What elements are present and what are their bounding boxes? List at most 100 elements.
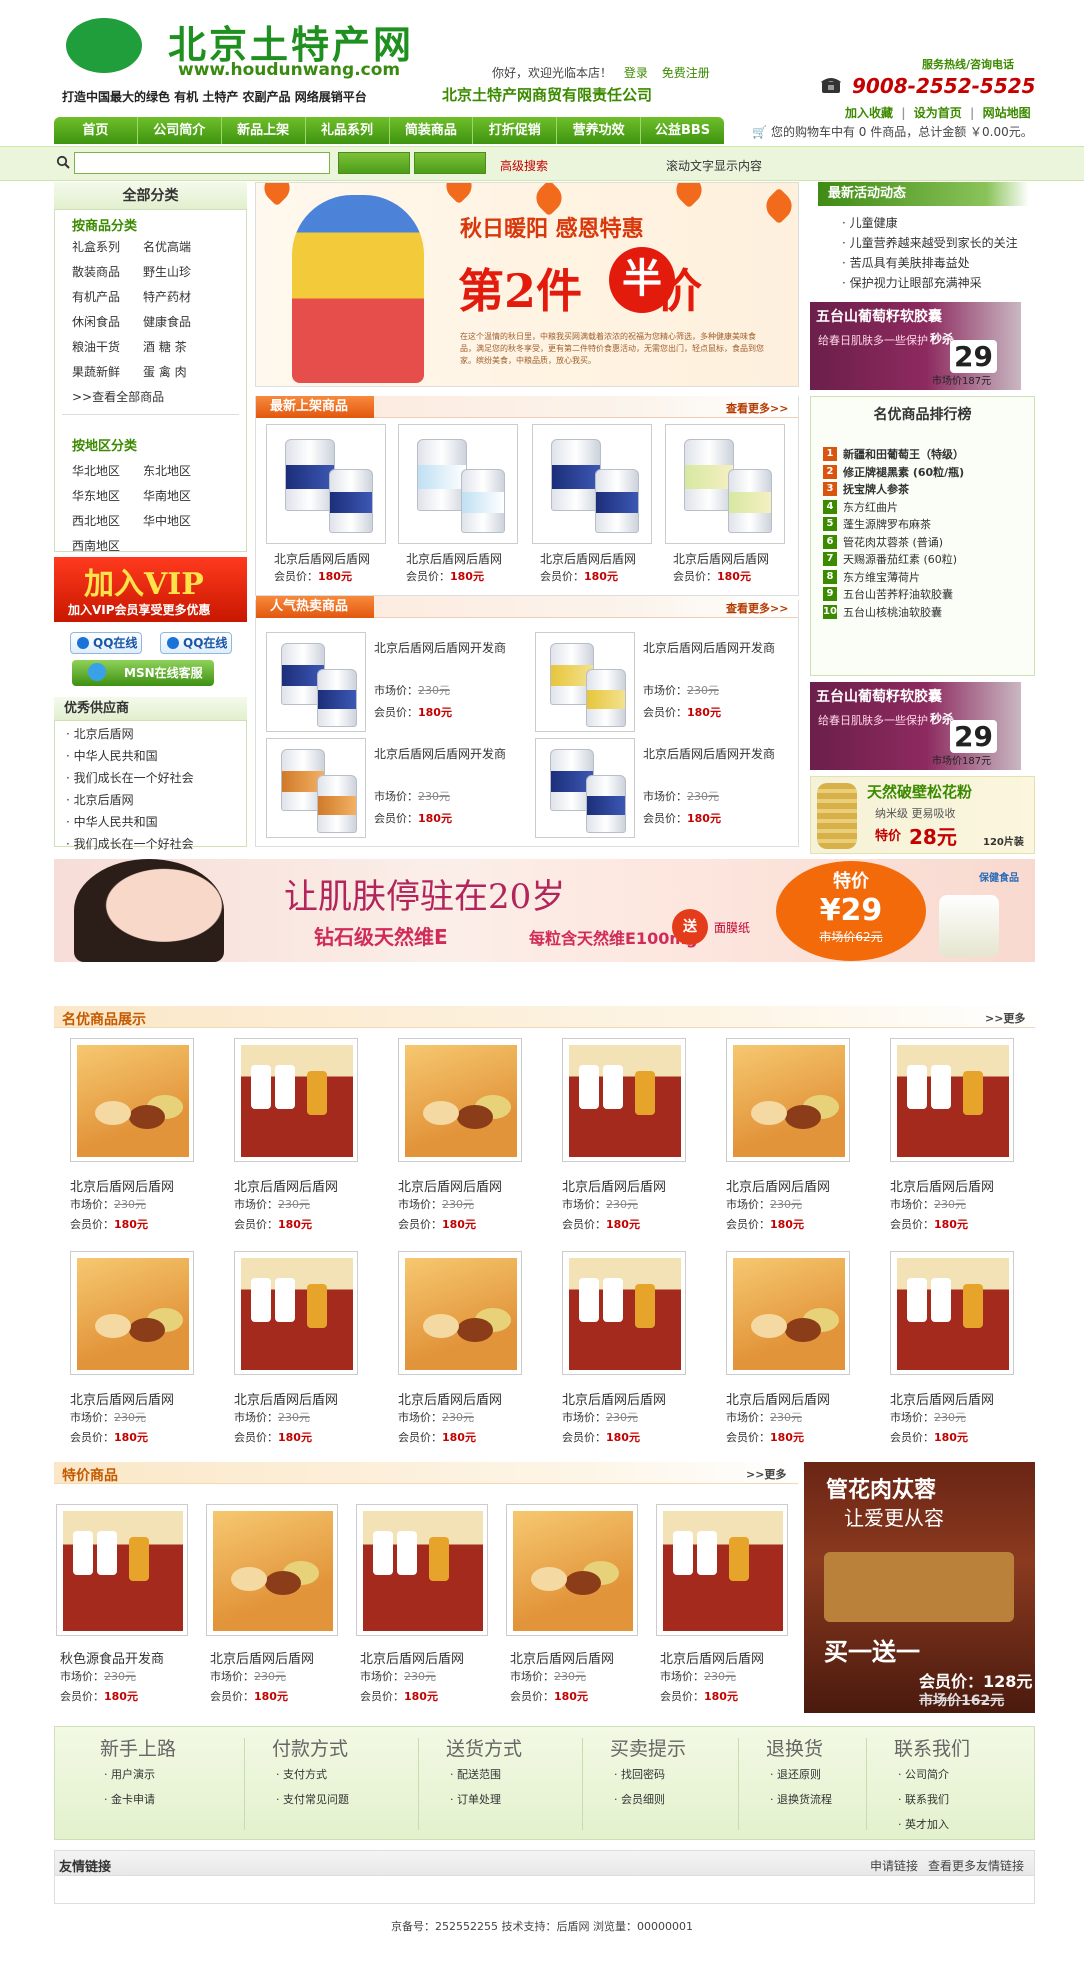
- product-image[interactable]: [398, 424, 518, 544]
- vip-banner[interactable]: 加入VIP 加入VIP会员享受更多优惠: [54, 557, 247, 622]
- news-link[interactable]: · 苦瓜具有美肤排毒益处: [842, 254, 970, 271]
- product-image[interactable]: [234, 1251, 358, 1375]
- product-image[interactable]: [266, 424, 386, 544]
- special-more-link[interactable]: >>更多: [746, 1466, 786, 1482]
- product-name-link[interactable]: 北京后盾网后盾网: [562, 1176, 666, 1195]
- region-link[interactable]: 东北地区: [143, 462, 191, 479]
- product-image[interactable]: [535, 738, 635, 838]
- news-link[interactable]: · 儿童营养越来越受到家长的关注: [842, 234, 1018, 251]
- ranking-item-link[interactable]: 天赐源番茄红素 (60粒): [843, 551, 957, 567]
- product-name-link[interactable]: 北京后盾网后盾网: [673, 550, 769, 567]
- nav-about[interactable]: 公司简介: [138, 117, 222, 144]
- product-image[interactable]: [70, 1038, 194, 1162]
- pine-pollen-ad[interactable]: 天然破壁松花粉 纳米级 更易吸收 特价 28元 120片装: [810, 776, 1035, 854]
- ranking-item-link[interactable]: 修正牌褪黑素 (60粒/瓶): [843, 464, 964, 480]
- msn-service-button[interactable]: MSN在线客服: [72, 660, 214, 686]
- product-name-link[interactable]: 北京后盾网后盾网: [406, 550, 502, 567]
- ranking-item-link[interactable]: 五台山苦荞籽油软胶囊: [843, 586, 953, 602]
- product-name-link[interactable]: 北京后盾网后盾网: [726, 1389, 830, 1408]
- category-link[interactable]: 礼盒系列: [72, 238, 120, 255]
- product-name-link[interactable]: 北京后盾网后盾网开发商: [374, 744, 524, 765]
- product-name-link[interactable]: 北京后盾网后盾网开发商: [643, 638, 793, 659]
- product-image[interactable]: [398, 1251, 522, 1375]
- product-name-link[interactable]: 北京后盾网后盾网开发商: [374, 638, 524, 659]
- supplier-link[interactable]: · 北京后盾网: [66, 791, 134, 808]
- product-name-link[interactable]: 北京后盾网后盾网: [660, 1648, 764, 1667]
- product-name-link[interactable]: 北京后盾网后盾网: [70, 1176, 174, 1195]
- nav-simple[interactable]: 简装商品: [390, 117, 474, 144]
- product-name-link[interactable]: 北京后盾网后盾网: [540, 550, 636, 567]
- product-image[interactable]: [56, 1504, 188, 1636]
- product-image[interactable]: [890, 1038, 1014, 1162]
- product-name-link[interactable]: 北京后盾网后盾网: [726, 1176, 830, 1195]
- vitamin-e-banner[interactable]: 让肌肤停驻在20岁 钻石级天然维E 每粒含天然维E100mg 送 面膜纸 特价 …: [54, 859, 1035, 962]
- product-name-link[interactable]: 北京后盾网后盾网: [890, 1389, 994, 1408]
- product-image[interactable]: [535, 632, 635, 732]
- register-link[interactable]: 免费注册: [662, 66, 710, 80]
- region-link[interactable]: 华东地区: [72, 487, 120, 504]
- ranking-item-link[interactable]: 东方维宝薄荷片: [843, 569, 920, 585]
- nav-bbs[interactable]: 公益BBS: [641, 117, 724, 144]
- region-link[interactable]: 西南地区: [72, 537, 120, 554]
- ranking-item-link[interactable]: 东方红曲片: [843, 499, 898, 515]
- category-link[interactable]: 果蔬新鲜: [72, 363, 120, 380]
- ranking-item-link[interactable]: 蓬生源牌罗布麻茶: [843, 516, 931, 532]
- ranking-item-link[interactable]: 新疆和田葡萄王（特级）: [843, 446, 964, 462]
- help-link[interactable]: · 订单处理: [450, 1791, 501, 1807]
- category-link[interactable]: 名优高端: [143, 238, 191, 255]
- sitemap-link[interactable]: 网站地图: [983, 106, 1031, 120]
- category-link[interactable]: 粮油干货: [72, 338, 120, 355]
- help-link[interactable]: · 支付方式: [276, 1766, 327, 1782]
- product-image[interactable]: [266, 738, 366, 838]
- product-name-link[interactable]: 秋色源食品开发商: [60, 1648, 164, 1667]
- product-image[interactable]: [890, 1251, 1014, 1375]
- product-name-link[interactable]: 北京后盾网后盾网: [274, 550, 370, 567]
- hot-products-more-link[interactable]: 查看更多>>: [726, 600, 788, 616]
- promo-banner[interactable]: 秋日暖阳 感恩特惠 第2件价 半 在这个温情的秋日里，中粮我买网满载着浓浓的祝福…: [255, 182, 799, 387]
- product-image[interactable]: [70, 1251, 194, 1375]
- product-image[interactable]: [266, 632, 366, 732]
- product-image[interactable]: [562, 1038, 686, 1162]
- region-link[interactable]: 西北地区: [72, 512, 120, 529]
- supplier-link[interactable]: · 我们成长在一个好社会: [66, 769, 194, 786]
- search-button[interactable]: [338, 152, 410, 174]
- nav-nutrition[interactable]: 营养功效: [557, 117, 642, 144]
- help-link[interactable]: · 会员细则: [614, 1791, 665, 1807]
- help-link[interactable]: · 退换货流程: [770, 1791, 832, 1807]
- ranking-item-link[interactable]: 管花肉苁蓉茶 (普诵): [843, 534, 943, 550]
- new-products-more-link[interactable]: 查看更多>>: [726, 400, 788, 416]
- category-link[interactable]: 酒 糖 茶: [143, 338, 187, 355]
- region-link[interactable]: 华北地区: [72, 462, 120, 479]
- qq-online-button[interactable]: QQ在线: [160, 632, 232, 654]
- view-all-categories-link[interactable]: >>查看全部商品: [72, 388, 164, 405]
- ranking-item-link[interactable]: 五台山核桃油软胶囊: [843, 604, 942, 620]
- category-link[interactable]: 野生山珍: [143, 263, 191, 280]
- help-link[interactable]: · 配送范围: [450, 1766, 501, 1782]
- product-image[interactable]: [356, 1504, 488, 1636]
- category-link[interactable]: 健康食品: [143, 313, 191, 330]
- qq-online-button[interactable]: QQ在线: [70, 632, 142, 654]
- advanced-search-link[interactable]: 高级搜索: [500, 157, 548, 174]
- product-name-link[interactable]: 北京后盾网后盾网: [234, 1176, 338, 1195]
- product-image[interactable]: [234, 1038, 358, 1162]
- search-input[interactable]: [74, 152, 330, 174]
- product-image[interactable]: [665, 424, 785, 544]
- search-category-button[interactable]: [414, 152, 486, 174]
- product-name-link[interactable]: 北京后盾网后盾网: [398, 1176, 502, 1195]
- news-link[interactable]: · 保护视力让眼部充满神采: [842, 274, 982, 291]
- login-link[interactable]: 登录: [624, 66, 648, 80]
- category-link[interactable]: 特产药材: [143, 288, 191, 305]
- product-image[interactable]: [506, 1504, 638, 1636]
- set-homepage-link[interactable]: 设为首页: [914, 106, 962, 120]
- product-name-link[interactable]: 北京后盾网后盾网: [398, 1389, 502, 1408]
- featured-more-link[interactable]: >>更多: [985, 1010, 1025, 1026]
- nav-discount[interactable]: 打折促销: [473, 117, 558, 144]
- cart-summary[interactable]: 🛒 您的购物车中有 0 件商品，总计金额 ￥0.00元。: [752, 123, 1033, 140]
- product-image[interactable]: [532, 424, 652, 544]
- help-link[interactable]: · 金卡申请: [104, 1791, 155, 1807]
- cistanche-ad[interactable]: 管花肉苁蓉 让爱更从容 买一送一 会员价：128元 市场价162元: [804, 1462, 1035, 1713]
- product-name-link[interactable]: 北京后盾网后盾网: [360, 1648, 464, 1667]
- product-name-link[interactable]: 北京后盾网后盾网开发商: [643, 744, 793, 765]
- view-more-links[interactable]: 查看更多友情链接: [928, 1857, 1024, 1874]
- product-name-link[interactable]: 北京后盾网后盾网: [234, 1389, 338, 1408]
